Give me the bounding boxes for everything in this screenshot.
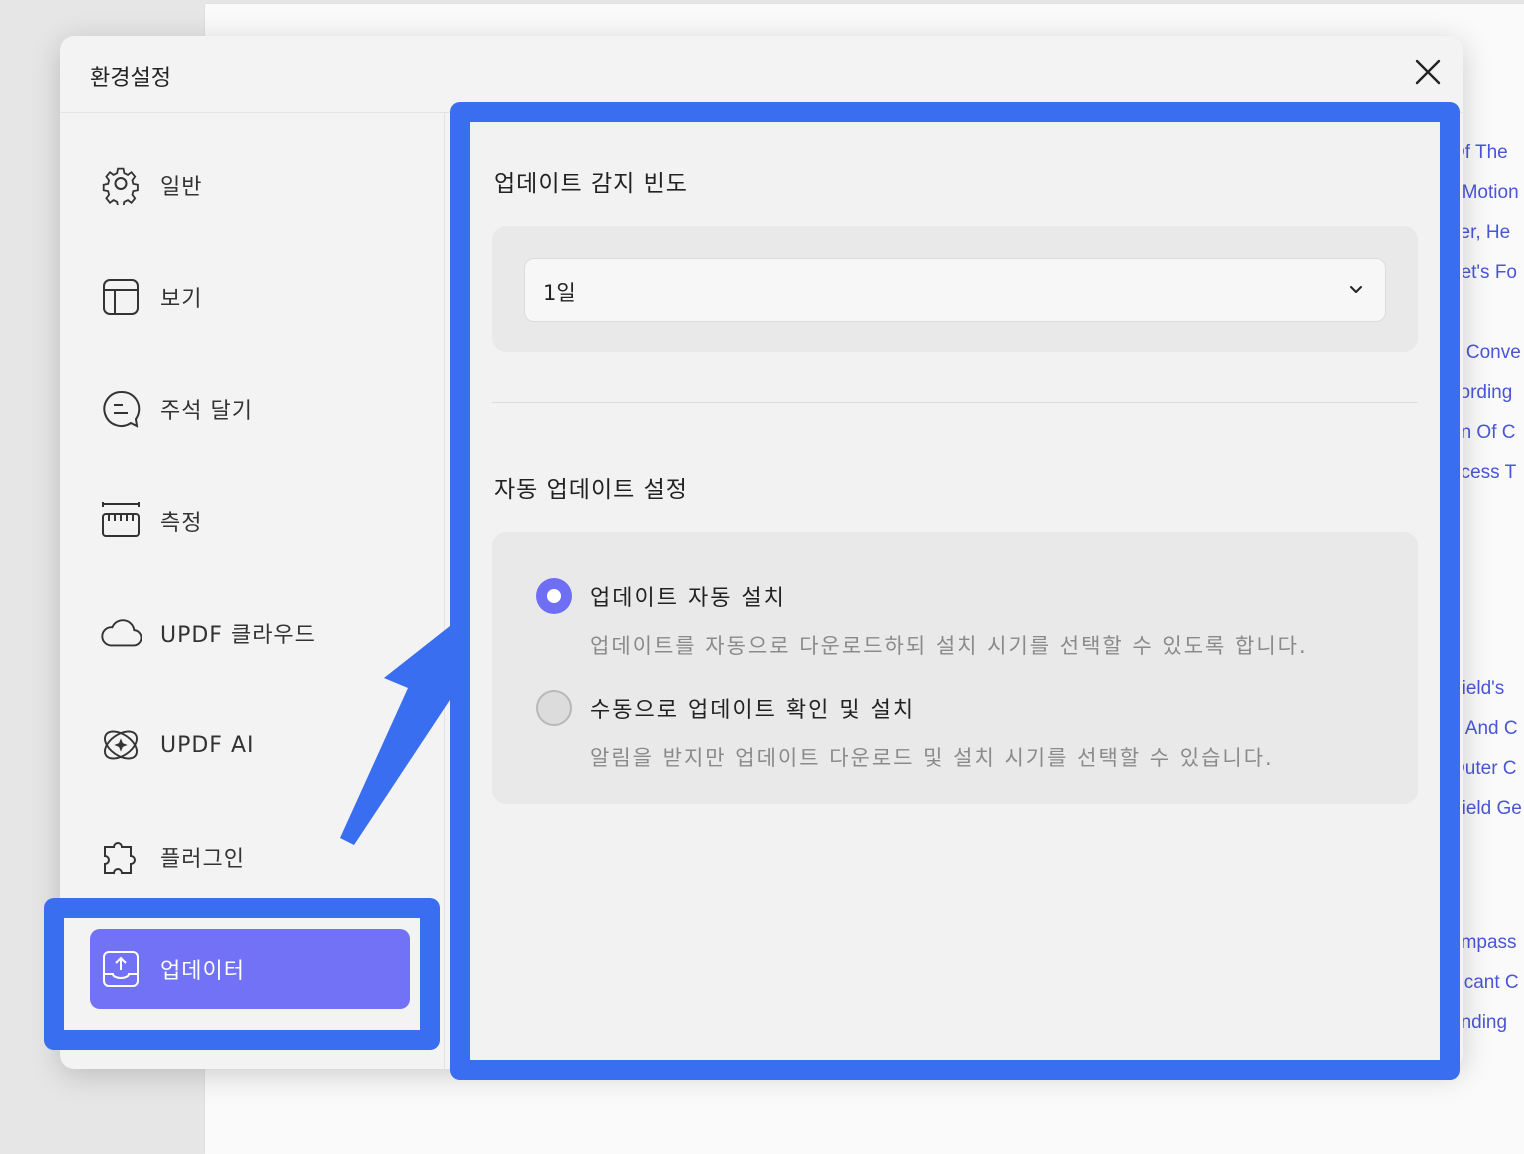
sidebar-item-updf-cloud[interactable]: UPDF 클라우드 xyxy=(90,593,410,673)
dialog-header: 환경설정 xyxy=(60,36,1463,113)
close-icon xyxy=(1415,59,1441,85)
sidebar-item-updater[interactable]: 업데이터 xyxy=(90,929,410,1009)
frequency-section-title: 업데이트 감지 빈도 xyxy=(494,171,688,197)
updater-settings-panel: 업데이트 감지 빈도 1일 자동 업데이트 설정 업데이트 자동 설치 업데이트… xyxy=(470,122,1440,1060)
frequency-panel: 1일 xyxy=(492,226,1418,352)
sidebar-item-label: 플러그인 xyxy=(160,847,245,872)
sidebar-item-label: UPDF 클라우드 xyxy=(160,623,316,648)
radio-description: 알림을 받지만 업데이트 다운로드 및 설치 시기를 선택할 수 있습니다. xyxy=(590,746,1274,770)
upload-tray-icon xyxy=(100,948,142,990)
sidebar-item-label: UPDF AI xyxy=(160,732,255,758)
sidebar-item-label: 측정 xyxy=(160,511,203,536)
radio-description: 업데이트를 자동으로 다운로드하되 설치 시기를 선택할 수 있도록 합니다. xyxy=(590,634,1308,658)
radio-label: 수동으로 업데이트 확인 및 설치 xyxy=(590,698,916,723)
chevron-down-icon xyxy=(1350,286,1362,293)
radio-label: 업데이트 자동 설치 xyxy=(590,586,786,611)
sidebar-item-label: 업데이터 xyxy=(160,959,245,984)
sidebar: 일반 보기 주석 달기 측정 UPDF 클라우드 UPDF AI 플러그인 업데… xyxy=(60,113,445,1069)
sidebar-item-plugins[interactable]: 플러그인 xyxy=(90,817,410,897)
ai-sparkle-icon xyxy=(100,724,142,766)
sidebar-item-measure[interactable]: 측정 xyxy=(90,481,410,561)
gear-icon xyxy=(100,164,142,206)
frequency-select[interactable]: 1일 xyxy=(524,258,1386,322)
frequency-select-value: 1일 xyxy=(543,281,576,305)
sidebar-item-updf-ai[interactable]: UPDF AI xyxy=(90,705,410,785)
sidebar-item-view[interactable]: 보기 xyxy=(90,257,410,337)
auto-update-panel: 업데이트 자동 설치 업데이트를 자동으로 다운로드하되 설치 시기를 선택할 … xyxy=(492,532,1418,804)
sidebar-item-label: 일반 xyxy=(160,175,203,200)
ruler-icon xyxy=(100,500,142,542)
radio-manual-install[interactable]: 수동으로 업데이트 확인 및 설치 xyxy=(536,690,915,726)
sidebar-item-label: 보기 xyxy=(160,287,203,312)
radio-button-unselected[interactable] xyxy=(536,690,572,726)
dialog-title: 환경설정 xyxy=(90,66,171,91)
close-button[interactable] xyxy=(1412,56,1444,88)
radio-auto-install[interactable]: 업데이트 자동 설치 xyxy=(536,578,786,614)
puzzle-icon xyxy=(100,836,142,878)
comment-icon xyxy=(100,388,142,430)
layout-icon xyxy=(100,276,142,318)
sidebar-item-general[interactable]: 일반 xyxy=(90,145,410,225)
cloud-icon xyxy=(100,612,142,654)
section-divider xyxy=(492,402,1418,403)
auto-update-section-title: 자동 업데이트 설정 xyxy=(494,477,688,503)
sidebar-item-label: 주석 달기 xyxy=(160,399,253,424)
radio-button-selected[interactable] xyxy=(536,578,572,614)
sidebar-item-comment[interactable]: 주석 달기 xyxy=(90,369,410,449)
